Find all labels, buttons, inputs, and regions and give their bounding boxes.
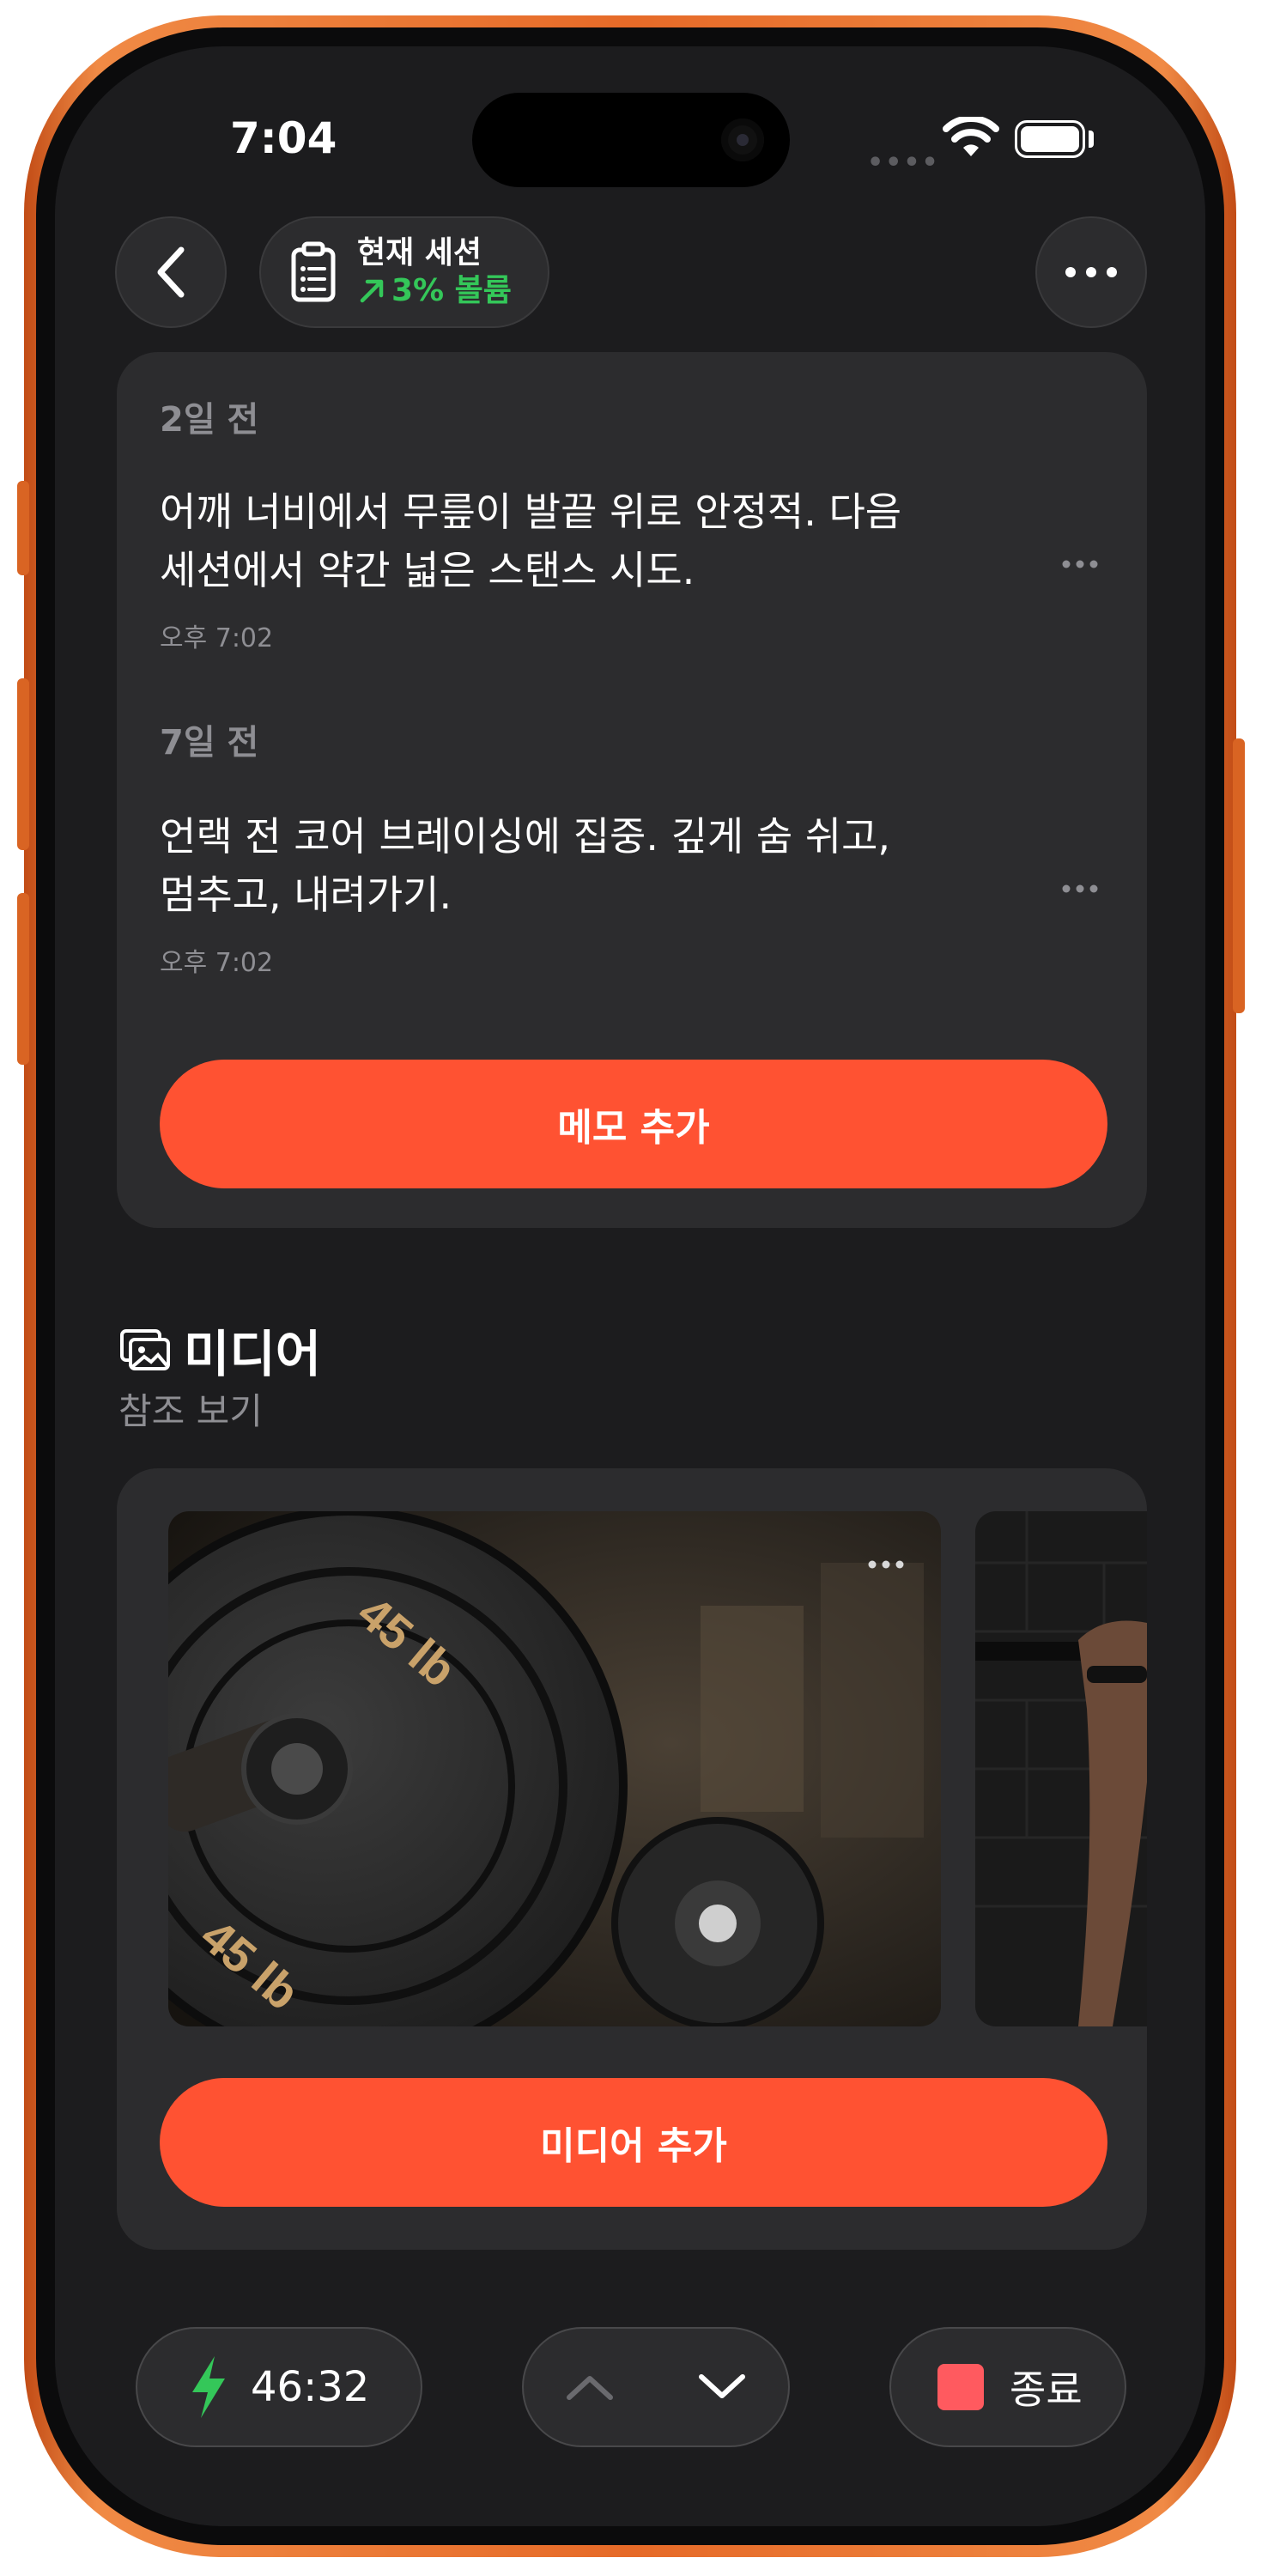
media-thumbnail-barbell[interactable]: 45 lb 45 lb	[168, 1511, 941, 2026]
add-note-button[interactable]: 메모 추가	[160, 1060, 1107, 1188]
volume-up-button	[17, 678, 29, 850]
wifi-icon	[943, 117, 999, 156]
media-card: 45 lb 45 lb 미디어 추가	[117, 1468, 1147, 2250]
clipboard-icon	[291, 241, 336, 302]
ellipsis-icon	[1062, 884, 1098, 893]
pullup-photo	[975, 1511, 1147, 2026]
ellipsis-icon	[1062, 560, 1098, 568]
notes-card: 2일 전 어깨 너비에서 무릎이 발끝 위로 안정적. 다음 세션에서 약간 넓…	[117, 352, 1147, 1228]
media-section-header: 미디어	[118, 1314, 321, 1386]
dynamic-island	[472, 93, 790, 187]
cellular-signal-icon: ••••	[867, 148, 940, 178]
chevron-left-icon	[157, 246, 185, 298]
status-time: 7:04	[230, 113, 337, 163]
session-title: 현재 세션	[357, 235, 482, 270]
note-text: 어깨 너비에서 무릎이 발끝 위로 안정적. 다음 세션에서 약간 넓은 스탠스…	[160, 489, 902, 593]
media-title: 미디어	[184, 1325, 322, 1383]
power-button	[1233, 738, 1245, 1013]
note-date: 7일 전	[160, 723, 259, 762]
ellipsis-icon	[1065, 267, 1117, 277]
battery-icon	[1015, 120, 1085, 158]
action-button	[17, 481, 29, 575]
chevron-down-icon[interactable]	[696, 2372, 748, 2403]
note-time: 오후 7:02	[160, 623, 274, 653]
end-workout-button[interactable]: 종료	[889, 2327, 1126, 2447]
workout-timer-pill[interactable]: 46:32	[136, 2327, 422, 2447]
back-button[interactable]	[115, 216, 227, 328]
session-stat: 3% 볼륨	[357, 272, 512, 310]
stop-icon	[937, 2364, 984, 2410]
chevron-up-icon[interactable]	[564, 2372, 616, 2403]
note-date: 2일 전	[160, 400, 259, 440]
add-media-button[interactable]: 미디어 추가	[160, 2078, 1107, 2207]
note-more-button[interactable]	[1061, 543, 1099, 577]
note-time: 오후 7:02	[160, 948, 274, 978]
timer-value: 46:32	[251, 2363, 370, 2411]
media-thumbnail-pullup[interactable]	[975, 1511, 1147, 2026]
camera-icon	[721, 118, 764, 161]
set-navigation-pill	[522, 2327, 790, 2447]
current-session-pill[interactable]: 현재 세션 3% 볼륨	[259, 216, 549, 328]
photo-stack-icon	[120, 1329, 170, 1370]
note-text: 언랙 전 코어 브레이싱에 집중. 깊게 숨 쉬고, 멈추고, 내려가기.	[160, 813, 891, 918]
barbell-photo: 45 lb 45 lb	[168, 1511, 941, 2026]
media-subtitle: 참조 보기	[118, 1390, 263, 1432]
more-options-button[interactable]	[1035, 216, 1147, 328]
arrow-up-right-icon	[360, 279, 384, 303]
note-more-button[interactable]	[1061, 867, 1099, 902]
ellipsis-icon[interactable]	[867, 1559, 905, 1570]
volume-down-button	[17, 893, 29, 1065]
end-label: 종료	[1010, 2366, 1083, 2413]
lightning-bolt-icon	[192, 2356, 225, 2418]
